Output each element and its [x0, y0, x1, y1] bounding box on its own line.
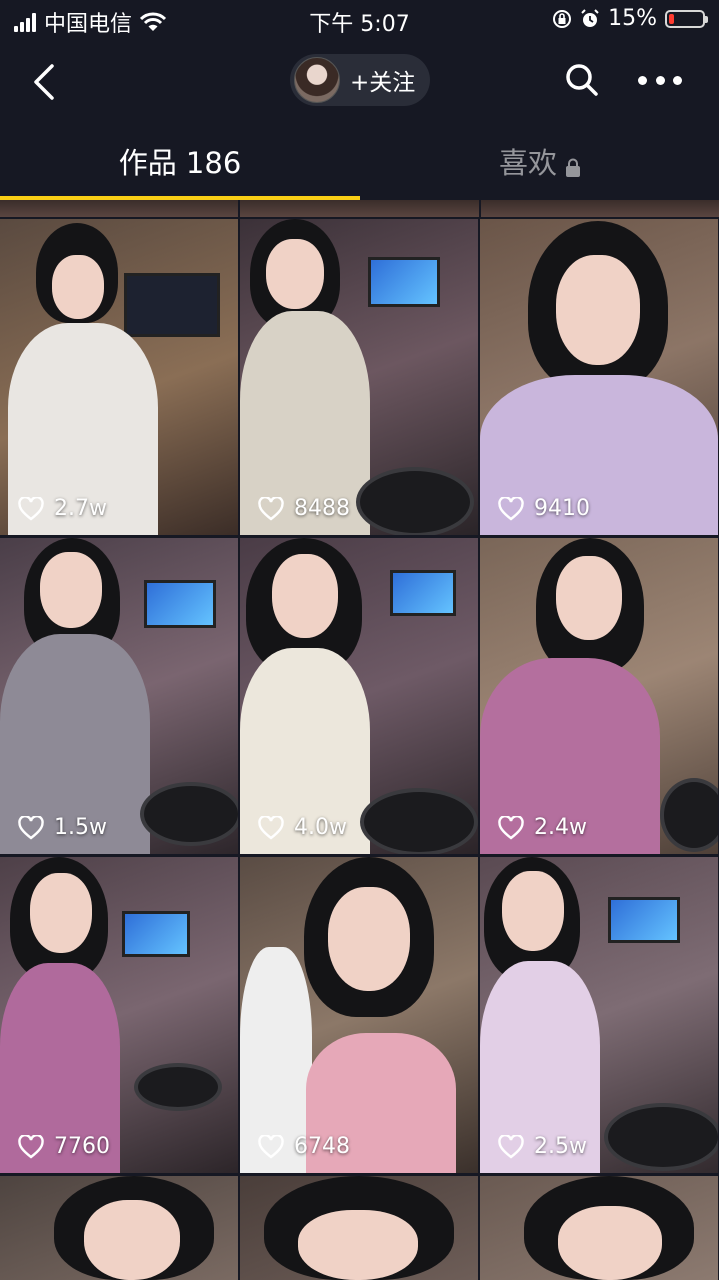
- more-dots-icon: [638, 75, 647, 85]
- heart-icon: [258, 496, 284, 521]
- video-thumbnail[interactable]: 6748: [240, 857, 478, 1173]
- video-thumbnail[interactable]: [0, 1176, 238, 1280]
- follow-button[interactable]: +关注: [290, 54, 430, 106]
- video-thumbnail[interactable]: 2.7w: [0, 219, 238, 535]
- top-nav: +关注: [0, 40, 719, 122]
- like-count: 2.4w: [534, 815, 587, 840]
- heart-icon: [498, 815, 524, 840]
- chevron-left-icon: [34, 64, 54, 100]
- like-count: 6748: [294, 1134, 350, 1159]
- orientation-lock-icon: [553, 9, 572, 28]
- tab-likes-label: 喜欢: [498, 146, 557, 180]
- video-thumbnail[interactable]: 7760: [0, 857, 238, 1173]
- tab-works[interactable]: 作品 186: [0, 122, 360, 200]
- battery-level-fill: [669, 13, 674, 24]
- video-thumbnail[interactable]: 8488: [240, 219, 478, 535]
- heart-icon: [18, 1134, 44, 1159]
- video-thumbnail[interactable]: [480, 1176, 718, 1280]
- like-count: 2.5w: [534, 1134, 587, 1159]
- heart-icon: [18, 496, 44, 521]
- follow-label: +关注: [350, 70, 416, 96]
- video-thumbnail[interactable]: 9410: [480, 219, 718, 535]
- battery-icon: [665, 9, 708, 28]
- video-thumbnail[interactable]: 2.5w: [480, 857, 718, 1173]
- like-count: 4.0w: [294, 815, 347, 840]
- profile-tabs: 作品 186 喜欢: [0, 122, 719, 200]
- status-bar: 中国电信 下午 5:07 15%: [0, 0, 719, 40]
- like-count: 9410: [534, 496, 590, 521]
- alarm-clock-icon: [581, 8, 599, 27]
- heart-icon: [18, 815, 44, 840]
- tab-works-label: 作品 186: [118, 146, 242, 180]
- video-thumbnail[interactable]: 4.0w: [240, 538, 478, 854]
- heart-icon: [498, 1134, 524, 1159]
- video-thumbnail[interactable]: [240, 1176, 478, 1280]
- like-count: 1.5w: [54, 815, 107, 840]
- video-grid: 2.7w 8488 9410 1.5w 4.0w 2.4w 7760 6748 …: [0, 200, 719, 1280]
- heart-icon: [498, 496, 524, 521]
- heart-icon: [258, 1134, 284, 1159]
- back-button[interactable]: [28, 62, 64, 102]
- video-thumbnail[interactable]: 1.5w: [0, 538, 238, 854]
- search-button[interactable]: [562, 60, 602, 100]
- lock-icon: [565, 151, 581, 177]
- heart-icon: [258, 815, 284, 840]
- search-icon: [566, 64, 598, 96]
- like-count: 8488: [294, 496, 350, 521]
- more-options-button[interactable]: [638, 70, 682, 90]
- like-count: 7760: [54, 1134, 110, 1159]
- battery-percent: 15%: [608, 6, 657, 31]
- tab-likes[interactable]: 喜欢: [360, 122, 719, 200]
- like-count: 2.7w: [54, 496, 107, 521]
- video-grid-top-partial-row: [0, 200, 719, 217]
- avatar[interactable]: [294, 57, 340, 103]
- video-thumbnail[interactable]: 2.4w: [480, 538, 718, 854]
